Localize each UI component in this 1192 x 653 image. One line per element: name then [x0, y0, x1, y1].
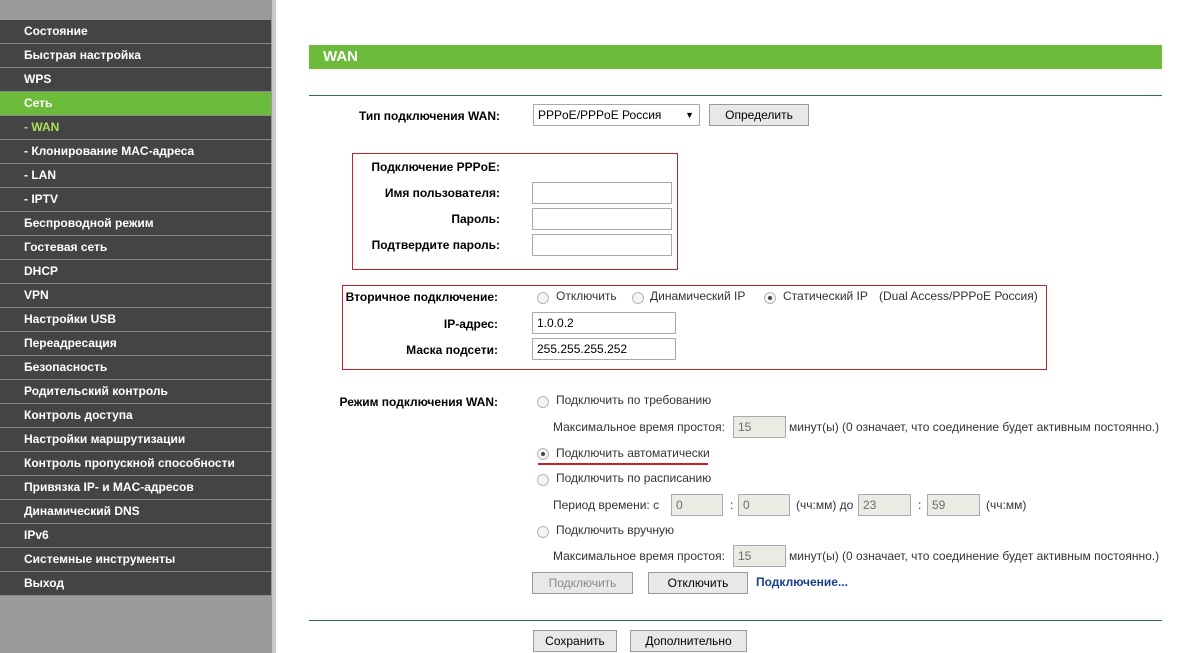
sidebar-item[interactable]: - WAN: [0, 116, 271, 140]
disconnect-button[interactable]: Отключить: [648, 572, 748, 594]
period-end-label: (чч:мм): [986, 498, 1027, 512]
secondary-dynamic-radio[interactable]: [632, 292, 644, 304]
sidebar-item[interactable]: Настройки маршрутизации: [0, 428, 271, 452]
sidebar-item[interactable]: Динамический DNS: [0, 500, 271, 524]
idle-note-2: минут(ы) (0 означает, что соединение буд…: [789, 549, 1160, 563]
auto-underline: [538, 463, 708, 465]
save-button[interactable]: Сохранить: [533, 630, 617, 652]
secondary-off-label: Отключить: [556, 289, 617, 303]
secondary-off-radio[interactable]: [537, 292, 549, 304]
idle-input-2[interactable]: [733, 545, 786, 567]
password-label: Пароль:: [451, 212, 500, 226]
secondary-label: Вторичное подключение:: [345, 290, 498, 304]
wan-type-label: Тип подключения WAN:: [358, 109, 500, 123]
sidebar-item[interactable]: Настройки USB: [0, 308, 271, 332]
sidebar-item[interactable]: Контроль доступа: [0, 404, 271, 428]
period-to-hours[interactable]: [858, 494, 911, 516]
secondary-static-radio[interactable]: [764, 292, 776, 304]
main-content: WAN Тип подключения WAN: PPPoE/PPPoE Рос…: [280, 0, 1192, 653]
sidebar-item[interactable]: Контроль пропускной способности: [0, 452, 271, 476]
sidebar-item[interactable]: Состояние: [0, 20, 271, 44]
secondary-note: (Dual Access/PPPoE Россия): [879, 289, 1038, 303]
period-from-hours[interactable]: [671, 494, 723, 516]
colon-1: :: [730, 498, 734, 512]
wan-type-value: PPPoE/PPPoE Россия: [538, 108, 662, 122]
sidebar-item[interactable]: Выход: [0, 572, 271, 596]
secondary-dynamic-label: Динамический IP: [650, 289, 746, 303]
connect-button[interactable]: Подключить: [532, 572, 633, 594]
colon-2: :: [918, 498, 922, 512]
sidebar-item[interactable]: Системные инструменты: [0, 548, 271, 572]
sidebar-item[interactable]: IPv6: [0, 524, 271, 548]
sidebar-item[interactable]: WPS: [0, 68, 271, 92]
divider-top: [309, 95, 1162, 96]
mask-label: Маска подсети:: [406, 343, 498, 357]
sidebar-item[interactable]: - Клонирование MAC-адреса: [0, 140, 271, 164]
mask-input[interactable]: [532, 338, 676, 360]
idle-label-2: Максимальное время простоя:: [553, 549, 725, 563]
mode-label: Режим подключения WAN:: [339, 395, 498, 409]
on-demand-label: Подключить по требованию: [556, 393, 712, 407]
username-input[interactable]: [532, 182, 672, 204]
ip-label: IP-адрес:: [443, 317, 498, 331]
auto-radio[interactable]: [537, 448, 549, 460]
scheduled-radio[interactable]: [537, 474, 549, 486]
sidebar-item[interactable]: - LAN: [0, 164, 271, 188]
sidebar-item[interactable]: Беспроводной режим: [0, 212, 271, 236]
pppoe-heading: Подключение PPPoE:: [371, 160, 500, 174]
sidebar-item[interactable]: Переадресация: [0, 332, 271, 356]
sidebar-item[interactable]: Гостевая сеть: [0, 236, 271, 260]
advanced-button[interactable]: Дополнительно: [630, 630, 747, 652]
wan-type-select[interactable]: PPPoE/PPPoE Россия ▼: [533, 104, 700, 126]
idle-note-1: минут(ы) (0 означает, что соединение буд…: [789, 420, 1160, 434]
period-label: Период времени: с: [553, 498, 660, 512]
confirm-password-label: Подтвердите пароль:: [371, 238, 500, 252]
idle-input-1[interactable]: [733, 416, 786, 438]
sidebar-item[interactable]: Безопасность: [0, 356, 271, 380]
ip-input[interactable]: [532, 312, 676, 334]
detect-button[interactable]: Определить: [709, 104, 809, 126]
divider-bottom: [309, 620, 1162, 621]
sidebar-item[interactable]: Сеть: [0, 92, 271, 116]
username-label: Имя пользователя:: [384, 186, 500, 200]
dropdown-arrow-icon: ▼: [685, 110, 694, 120]
secondary-static-label: Статический IP: [783, 289, 868, 303]
sidebar-item[interactable]: Родительский контроль: [0, 380, 271, 404]
period-to-minutes[interactable]: [927, 494, 980, 516]
scheduled-label: Подключить по расписанию: [556, 471, 712, 485]
idle-label-1: Максимальное время простоя:: [553, 420, 725, 434]
period-mid-label: (чч:мм) до: [796, 498, 854, 512]
sidebar: Состояние Быстрая настройка WPS Сеть - WAN - …: [0, 0, 276, 653]
sidebar-item[interactable]: Быстрая настройка: [0, 44, 271, 68]
confirm-password-input[interactable]: [532, 234, 672, 256]
on-demand-radio[interactable]: [537, 396, 549, 408]
sidebar-item[interactable]: - IPTV: [0, 188, 271, 212]
manual-radio[interactable]: [537, 526, 549, 538]
page-title: WAN: [309, 45, 1162, 69]
auto-label: Подключить автоматически: [556, 446, 710, 460]
connection-status-link[interactable]: Подключение...: [756, 575, 848, 589]
sidebar-menu: Состояние Быстрая настройка WPS Сеть - WAN - …: [0, 20, 271, 596]
sidebar-item[interactable]: DHCP: [0, 260, 271, 284]
manual-label: Подключить вручную: [556, 523, 674, 537]
period-from-minutes[interactable]: [738, 494, 790, 516]
password-input[interactable]: [532, 208, 672, 230]
sidebar-item[interactable]: Привязка IP- и MAC-адресов: [0, 476, 271, 500]
sidebar-item[interactable]: VPN: [0, 284, 271, 308]
